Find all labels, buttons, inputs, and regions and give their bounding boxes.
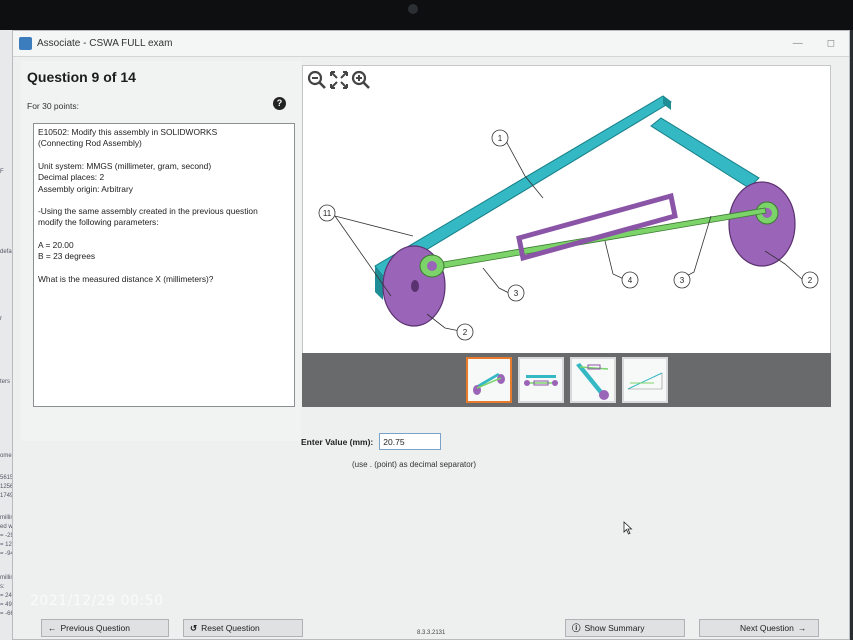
exam-window: Associate - CSWA FULL exam — ◻ Question …	[12, 30, 850, 640]
callout-label: 4	[628, 276, 633, 285]
question-pane: Question 9 of 14 For 30 points: ? E10502…	[21, 61, 301, 441]
thumbnail-3[interactable]	[570, 357, 616, 403]
show-summary-button[interactable]: ⓘ Show Summary	[565, 619, 685, 637]
arrow-left-icon: ←	[48, 623, 57, 633]
previous-question-label: Previous Question	[60, 623, 130, 633]
answer-label: Enter Value (mm):	[301, 436, 374, 447]
thumbnail-2[interactable]	[518, 357, 564, 403]
reset-question-label: Reset Question	[201, 623, 260, 633]
question-line: B = 23 degrees	[38, 251, 96, 262]
thumbnail-strip	[302, 353, 831, 407]
question-line: modify the following parameters:	[38, 217, 159, 228]
previous-question-button[interactable]: ← Previous Question	[41, 619, 169, 637]
photo-timestamp: 2021/12/29 00:50	[30, 593, 164, 609]
monitor-screen: F defau r ters oments 561512 125659 1749…	[0, 0, 853, 640]
question-line: E10502: Modify this assembly in SOLIDWOR…	[38, 127, 218, 137]
footer-bar: ← Previous Question ↺ Reset Question 8.3…	[13, 617, 851, 639]
question-line: A = 20.00	[38, 239, 74, 250]
bg-text: F	[0, 169, 4, 175]
question-line: What is the measured distance X (millime…	[38, 273, 214, 284]
window-controls: — ◻	[793, 38, 835, 49]
mouse-cursor-icon	[623, 521, 633, 535]
question-line: Decimal places: 2	[38, 172, 105, 183]
question-line: Unit system: MMGS (millimeter, gram, sec…	[38, 160, 212, 171]
callout-label: 3	[680, 276, 685, 285]
left-disc-hole	[411, 280, 419, 292]
reset-question-button[interactable]: ↺ Reset Question	[183, 619, 303, 637]
show-summary-label: Show Summary	[584, 623, 645, 633]
left-hub-hole	[427, 261, 437, 271]
question-line: -Using the same assembly created in the …	[38, 206, 258, 217]
title-bar: Associate - CSWA FULL exam — ◻	[13, 31, 849, 57]
decimal-hint: (use . (point) as decimal separator)	[352, 460, 477, 469]
right-disc	[728, 181, 796, 267]
thumbnail-1[interactable]	[466, 357, 512, 403]
question-line: (Connecting Rod Assembly)	[38, 138, 142, 149]
next-question-button[interactable]: Next Question →	[699, 619, 819, 637]
webcam	[408, 4, 418, 14]
next-question-label: Next Question	[740, 623, 794, 633]
callout-label: 3	[514, 289, 519, 298]
question-line: Assembly origin: Arbitrary	[38, 183, 133, 194]
window-title: Associate - CSWA FULL exam	[37, 38, 173, 49]
maximize-icon[interactable]: ◻	[827, 38, 835, 49]
assembly-drawing: 1 11 2 2 3 3 4	[318, 95, 819, 341]
info-icon: ⓘ	[572, 623, 581, 633]
bg-text: s:	[0, 584, 5, 590]
arrow-right-icon: →	[797, 623, 807, 633]
answer-row: Enter Value (mm):	[301, 433, 442, 450]
version-text: 8.3.3.2131	[417, 630, 446, 636]
question-circle-icon[interactable]: ?	[273, 97, 286, 110]
minimize-icon[interactable]: —	[793, 38, 803, 49]
reset-icon: ↺	[190, 622, 198, 633]
callout-label: 2	[463, 328, 468, 337]
answer-input[interactable]	[379, 433, 442, 450]
bg-text: ters	[0, 379, 11, 385]
pin-part	[650, 117, 760, 189]
callout-label: 11	[323, 209, 332, 218]
monitor-bezel	[0, 0, 853, 30]
bg-text: r	[0, 316, 2, 322]
question-points: For 30 points:	[27, 101, 79, 111]
question-title: Question 9 of 14	[27, 69, 136, 85]
link-part-end	[663, 96, 671, 110]
app-icon	[19, 37, 32, 50]
callout-label: 2	[808, 276, 813, 285]
thumbnail-4[interactable]	[622, 357, 668, 403]
callout-label: 1	[498, 134, 503, 143]
question-text-box: E10502: Modify this assembly in SOLIDWOR…	[33, 123, 295, 407]
